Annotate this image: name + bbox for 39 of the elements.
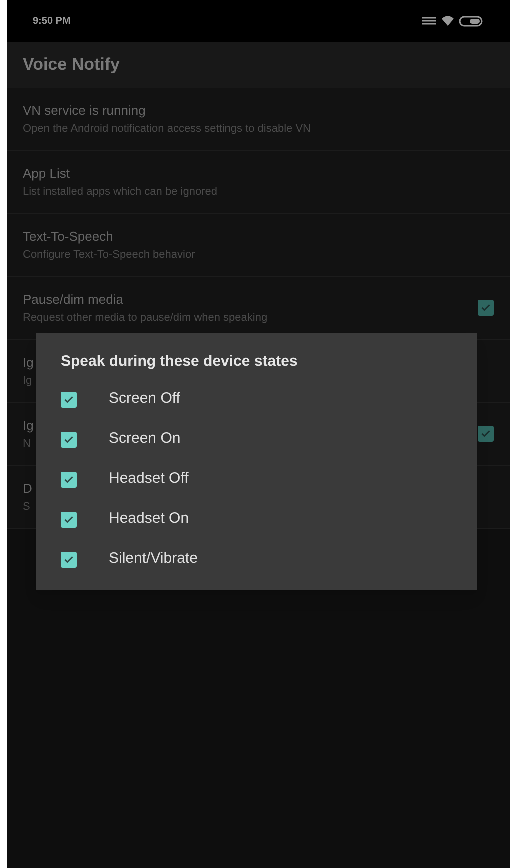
- setting-title: Ig: [23, 417, 34, 435]
- setting-summary: N: [23, 436, 32, 452]
- check-icon: [63, 394, 75, 406]
- setting-title: Text-To-Speech: [23, 228, 114, 246]
- setting-summary: S: [23, 500, 32, 514]
- checkbox[interactable]: [61, 512, 77, 528]
- option-label[interactable]: Screen On: [109, 428, 181, 451]
- check-icon: [63, 554, 75, 566]
- setting-title: VN service is running: [23, 102, 147, 120]
- check-icon: [63, 434, 75, 446]
- battery-icon: [459, 16, 483, 27]
- check-icon: [480, 428, 492, 440]
- setting-title: D: [23, 480, 32, 498]
- signal-icon: [421, 17, 437, 25]
- check-icon: [480, 302, 492, 314]
- setting-summary: Configure Text-To-Speech behavior: [23, 248, 196, 262]
- checkbox[interactable]: [478, 300, 494, 316]
- setting-title: Ig: [23, 354, 34, 372]
- status-time: 9:50 PM: [33, 14, 71, 28]
- option-label[interactable]: Headset Off: [109, 468, 189, 491]
- checkbox[interactable]: [61, 472, 77, 488]
- checkbox[interactable]: [61, 552, 77, 568]
- setting-summary: Open the Android notification access settings to disable VN: [23, 122, 312, 136]
- setting-title: App List: [23, 165, 71, 183]
- checkbox[interactable]: [478, 426, 494, 442]
- checkbox[interactable]: [61, 432, 77, 448]
- option-label[interactable]: Headset On: [109, 508, 190, 531]
- app-title: Voice Notify: [23, 54, 120, 76]
- check-icon: [63, 474, 75, 486]
- setting-title: Pause/dim media: [23, 291, 124, 309]
- dialog-title: Speak during these device states: [61, 352, 299, 372]
- wifi-icon: [442, 16, 454, 26]
- option-label[interactable]: Screen Off: [109, 388, 180, 411]
- setting-summary: Request other media to pause/dim when speaking: [23, 310, 268, 326]
- option-label[interactable]: Silent/Vibrate: [109, 548, 198, 571]
- check-icon: [63, 514, 75, 526]
- setting-summary: List installed apps which can be ignored: [23, 184, 218, 200]
- setting-summary: Ig: [23, 374, 34, 388]
- checkbox[interactable]: [61, 392, 77, 408]
